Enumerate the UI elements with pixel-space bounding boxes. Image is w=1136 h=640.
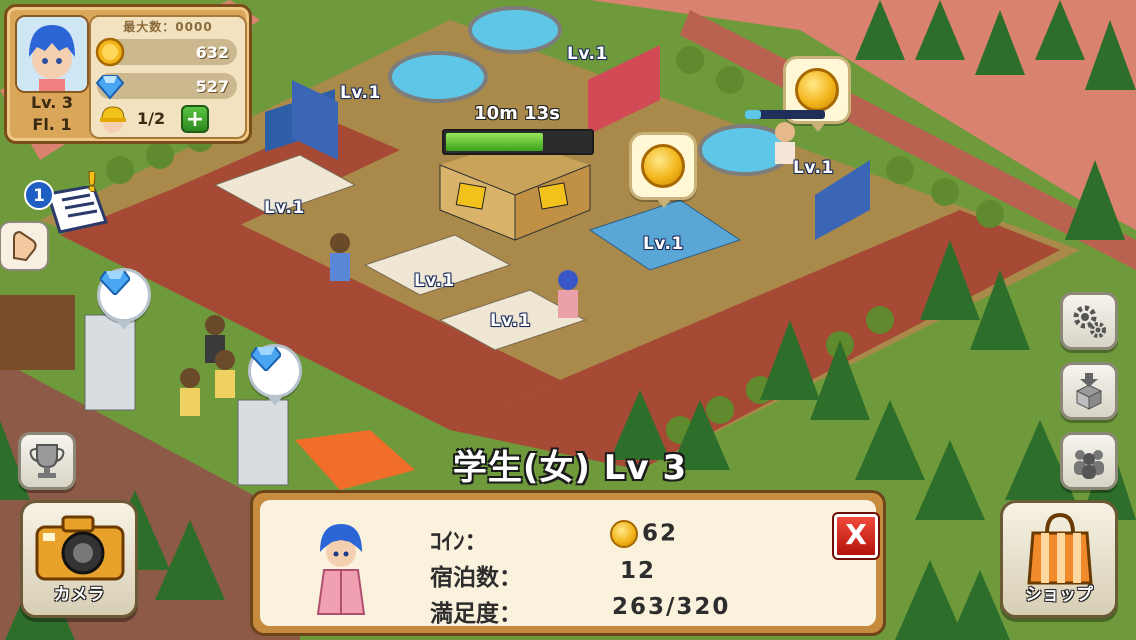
trophy-icon	[29, 444, 65, 478]
guest-info-panel: ｺｲﾝ： 62 宿泊数： 12 満足度： 263/320 X	[250, 490, 886, 636]
resource-panel: 最大数：0000 632 527 1/2 +	[89, 15, 247, 139]
camera-button[interactable]: カメラ	[20, 500, 138, 618]
shopping-bag-icon	[1027, 512, 1093, 585]
coin-icon	[610, 520, 638, 548]
coin-icon	[641, 144, 685, 188]
gem-count: 527	[195, 77, 229, 96]
room-level-label[interactable]: Lv.1	[340, 83, 381, 103]
room-level-label[interactable]: Lv.1	[490, 311, 531, 331]
camera-icon	[35, 515, 125, 581]
add-worker-button[interactable]: +	[181, 105, 209, 133]
coin-icon	[795, 68, 839, 112]
satisfaction-value: 263/320	[612, 594, 731, 620]
room-level-label[interactable]: Lv.1	[567, 44, 608, 64]
coin-label: ｺｲﾝ：	[430, 529, 488, 555]
gem-icon	[251, 347, 281, 371]
bath-progress-bar	[745, 110, 825, 119]
bath-progress-fill	[745, 110, 761, 119]
coin-icon	[95, 37, 125, 67]
satisfaction-label: 満足度：	[430, 601, 522, 627]
max-count-label: 最大数：0000	[123, 20, 213, 34]
pointing-hand-icon	[0, 221, 49, 271]
shop-label: ショップ	[1025, 585, 1093, 605]
gear-icon	[1073, 305, 1106, 338]
coin-counter: 632	[95, 37, 237, 67]
worker-count: 1/2	[137, 109, 166, 128]
guest-portrait	[316, 524, 366, 615]
avatar-icon	[17, 17, 87, 91]
floor-level: Fl. 1	[32, 115, 72, 134]
collect-gem-bubble[interactable]	[248, 344, 302, 406]
guest-coin-value-wrap: 62	[610, 520, 678, 548]
settings-button[interactable]	[1060, 292, 1118, 350]
room-level-label[interactable]: Lv.1	[793, 158, 834, 178]
storage-button[interactable]	[1060, 362, 1118, 420]
worker-helmet-icon	[100, 106, 126, 133]
player-status-panel: Lv. 3 Fl. 1 最大数：0000 632 527 1/2 +	[4, 4, 252, 144]
room-level-label[interactable]: Lv.1	[643, 234, 684, 254]
gem-icon	[100, 271, 130, 295]
collect-gem-bubble[interactable]	[97, 268, 151, 330]
achievements-button[interactable]	[18, 432, 76, 490]
camera-label: カメラ	[53, 585, 105, 605]
guest-coin-value: 62	[642, 520, 679, 547]
room-level-label[interactable]: Lv.1	[264, 198, 305, 218]
gem-counter: 527	[95, 73, 237, 100]
construction-timer: 10m 13s	[474, 103, 560, 124]
collect-coin-bubble[interactable]	[629, 132, 697, 208]
worker-counter: 1/2 +	[97, 105, 237, 133]
alert-icon: !	[86, 168, 98, 198]
guest-info-content: ｺｲﾝ： 62 宿泊数： 12 満足度： 263/320 X	[260, 500, 880, 627]
room-level-label[interactable]: Lv.1	[414, 271, 455, 291]
stays-value: 12	[620, 558, 657, 584]
construction-progress-fill	[446, 133, 543, 151]
construction-progress-bar	[442, 129, 594, 155]
people-icon	[1074, 450, 1104, 479]
coin-count: 632	[195, 43, 229, 62]
shop-button[interactable]: ショップ	[1000, 500, 1118, 618]
close-button[interactable]: X	[832, 512, 880, 560]
guest-title: 学生(女) Lv 3	[452, 448, 688, 488]
gem-icon	[95, 75, 125, 100]
stays-label: 宿泊数：	[430, 565, 522, 591]
box-download-icon	[1075, 373, 1103, 410]
player-avatar[interactable]	[15, 15, 89, 93]
player-level: Lv. 3	[30, 93, 74, 112]
staff-button[interactable]	[1060, 432, 1118, 490]
notification-count-badge: 1	[24, 180, 54, 210]
